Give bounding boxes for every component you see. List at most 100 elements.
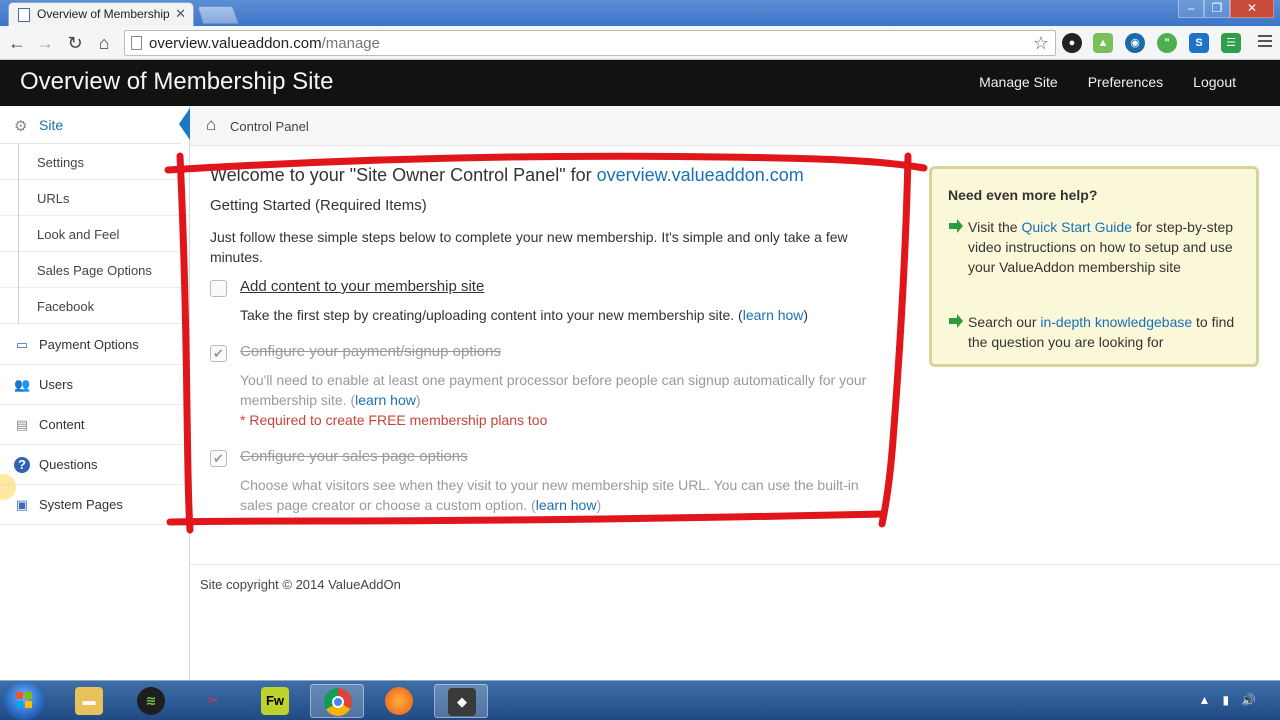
forward-icon[interactable]: →	[34, 32, 56, 54]
app-icon: ◆	[448, 688, 476, 716]
taskbar-explorer[interactable]: ▬	[62, 684, 116, 718]
home-icon[interactable]: ⌂	[93, 32, 115, 54]
preferences-link[interactable]: Preferences	[1088, 74, 1163, 90]
site-domain-link[interactable]: overview.valueaddon.com	[597, 165, 804, 185]
users-icon: 👥	[14, 377, 31, 392]
step-title-link[interactable]: Configure your sales page options	[240, 448, 468, 465]
system-page-icon: ▣	[15, 497, 29, 512]
bookmark-star-icon[interactable]: ☆	[1033, 33, 1049, 54]
s-icon[interactable]: S	[1189, 33, 1209, 53]
taskbar-spotify[interactable]: ≋	[124, 684, 178, 718]
taskbar-chrome[interactable]	[310, 684, 364, 718]
sidebar-item-system-pages[interactable]: ▣ System Pages	[0, 485, 189, 525]
sidebar-item-label: Questions	[39, 457, 98, 472]
step-description: You'll need to enable at least one payme…	[240, 372, 867, 428]
start-button[interactable]	[4, 682, 44, 720]
maximize-button[interactable]: ❐	[1204, 0, 1230, 18]
sound-icon[interactable]: 🔊	[1241, 693, 1256, 707]
sidebar-item-label: Look and Feel	[37, 227, 120, 242]
step-description: Choose what visitors see when they visit…	[240, 477, 859, 513]
scissors-icon: ✂	[207, 693, 219, 708]
taskbar-firefox[interactable]	[372, 684, 426, 718]
sidebar-item-users[interactable]: 👥 Users	[0, 365, 189, 405]
step-checkbox[interactable]: ✔	[210, 450, 227, 467]
step-title-link[interactable]: Add content to your membership site	[240, 278, 484, 295]
camera-icon[interactable]: ●	[1062, 33, 1082, 53]
minimize-button[interactable]: –	[1178, 0, 1204, 18]
browser-tab[interactable]: Overview of Membership ✕	[8, 2, 194, 26]
learn-how-link[interactable]: learn how	[536, 497, 597, 513]
sidebar-item-label: Facebook	[37, 299, 95, 314]
page-title: Welcome to your "Site Owner Control Pane…	[210, 165, 804, 186]
question-icon: ?	[14, 457, 30, 473]
close-tab-icon[interactable]: ✕	[175, 6, 186, 22]
sidebar-item-payment-options[interactable]: ▭ Payment Options	[0, 325, 189, 365]
quick-start-guide-link[interactable]: Quick Start Guide	[1021, 219, 1132, 235]
taskbar-snipping[interactable]: ✂	[186, 684, 240, 718]
reload-icon[interactable]: ↻	[64, 32, 86, 54]
system-tray: ▲ ▮ 🔊	[1199, 693, 1256, 707]
sidebar-item-look-and-feel[interactable]: Look and Feel	[0, 216, 189, 252]
sidebar-item-label: Site	[39, 117, 64, 133]
taskbar-fireworks[interactable]: Fw	[248, 684, 302, 718]
knowledgebase-link[interactable]: in-depth knowledgebase	[1040, 314, 1192, 330]
sidebar-item-label: Settings	[37, 155, 84, 170]
network-icon[interactable]: ▮	[1222, 693, 1229, 707]
show-hidden-icons-icon[interactable]: ▲	[1199, 693, 1211, 707]
step-title-link[interactable]: Configure your payment/signup options	[240, 343, 501, 360]
sidebar-item-site[interactable]: ⚙ Site	[0, 106, 181, 144]
gear-icon: ⚙	[14, 118, 28, 135]
spotify-icon: ≋	[137, 687, 165, 715]
step-checkbox[interactable]: ✔	[210, 345, 227, 362]
help-item-knowledgebase: Search our in-depth knowledgebase to fin…	[948, 312, 1248, 352]
chrome-icon	[324, 688, 352, 716]
sidebar-menu: ▭ Payment Options 👥 Users ▤ Content ? Qu…	[0, 325, 189, 525]
browser-tab-title: Overview of Membership	[37, 7, 170, 21]
page-icon	[131, 36, 142, 50]
step-checkbox[interactable]	[210, 280, 227, 297]
new-tab-button[interactable]	[197, 6, 239, 24]
chrome-menu-icon[interactable]	[1258, 35, 1272, 50]
arrow-right-icon	[949, 219, 963, 233]
intro-text: Just follow these simple steps below to …	[210, 229, 848, 265]
home-icon[interactable]: ⌂	[206, 115, 216, 135]
taskbar-app[interactable]: ◆	[434, 684, 488, 718]
windows-logo-icon	[16, 692, 32, 708]
sidebar-item-sales-page-options[interactable]: Sales Page Options	[0, 252, 189, 288]
image-icon[interactable]: ▲	[1093, 33, 1113, 53]
sidebar-item-label: Content	[39, 417, 85, 432]
sidebar-item-facebook[interactable]: Facebook	[0, 288, 189, 324]
active-indicator	[179, 108, 190, 140]
hangouts-icon[interactable]: "	[1157, 33, 1177, 53]
address-url: overview.valueaddon.com/manage	[149, 35, 380, 52]
app-header: Overview of Membership Site Manage Site …	[0, 60, 1280, 106]
close-window-button[interactable]: ✕	[1230, 0, 1274, 18]
learn-how-link[interactable]: learn how	[355, 392, 416, 408]
browser-toolbar: ← → ↻ ⌂ overview.valueaddon.com/manage ☆…	[0, 26, 1280, 60]
grid-icon[interactable]: ☰	[1221, 33, 1241, 53]
learn-how-link[interactable]: learn how	[743, 307, 804, 323]
address-bar[interactable]: overview.valueaddon.com/manage ☆	[124, 30, 1056, 56]
sidebar-item-settings[interactable]: Settings	[0, 144, 189, 180]
globe-icon[interactable]: ◉	[1125, 33, 1145, 53]
breadcrumb: ⌂ Control Panel	[190, 106, 1280, 146]
step-payment-options: ✔ Configure your payment/signup options …	[210, 343, 890, 433]
welcome-text: Welcome to your "Site Owner Control Pane…	[210, 165, 592, 185]
sidebar-item-questions[interactable]: ? Questions	[0, 445, 189, 485]
manage-site-link[interactable]: Manage Site	[979, 74, 1058, 90]
app-title: Overview of Membership Site	[20, 68, 334, 95]
breadcrumb-label: Control Panel	[230, 119, 309, 134]
logout-link[interactable]: Logout	[1193, 74, 1236, 90]
arrow-right-icon	[949, 314, 963, 328]
footer-divider	[190, 564, 1280, 565]
sidebar-item-label: Sales Page Options	[37, 263, 152, 278]
sidebar-item-content[interactable]: ▤ Content	[0, 405, 189, 445]
copyright-text: Site copyright © 2014 ValueAddOn	[200, 577, 401, 592]
sidebar-item-label: Payment Options	[39, 337, 139, 352]
back-icon[interactable]: ←	[6, 32, 28, 54]
sidebar-item-urls[interactable]: URLs	[0, 180, 189, 216]
sidebar: ⚙ Site Settings URLs Look and Feel Sales…	[0, 106, 190, 680]
required-note: * Required to create FREE membership pla…	[240, 412, 548, 428]
folder-icon: ▬	[75, 687, 103, 715]
section-heading: Getting Started (Required Items)	[210, 197, 427, 214]
